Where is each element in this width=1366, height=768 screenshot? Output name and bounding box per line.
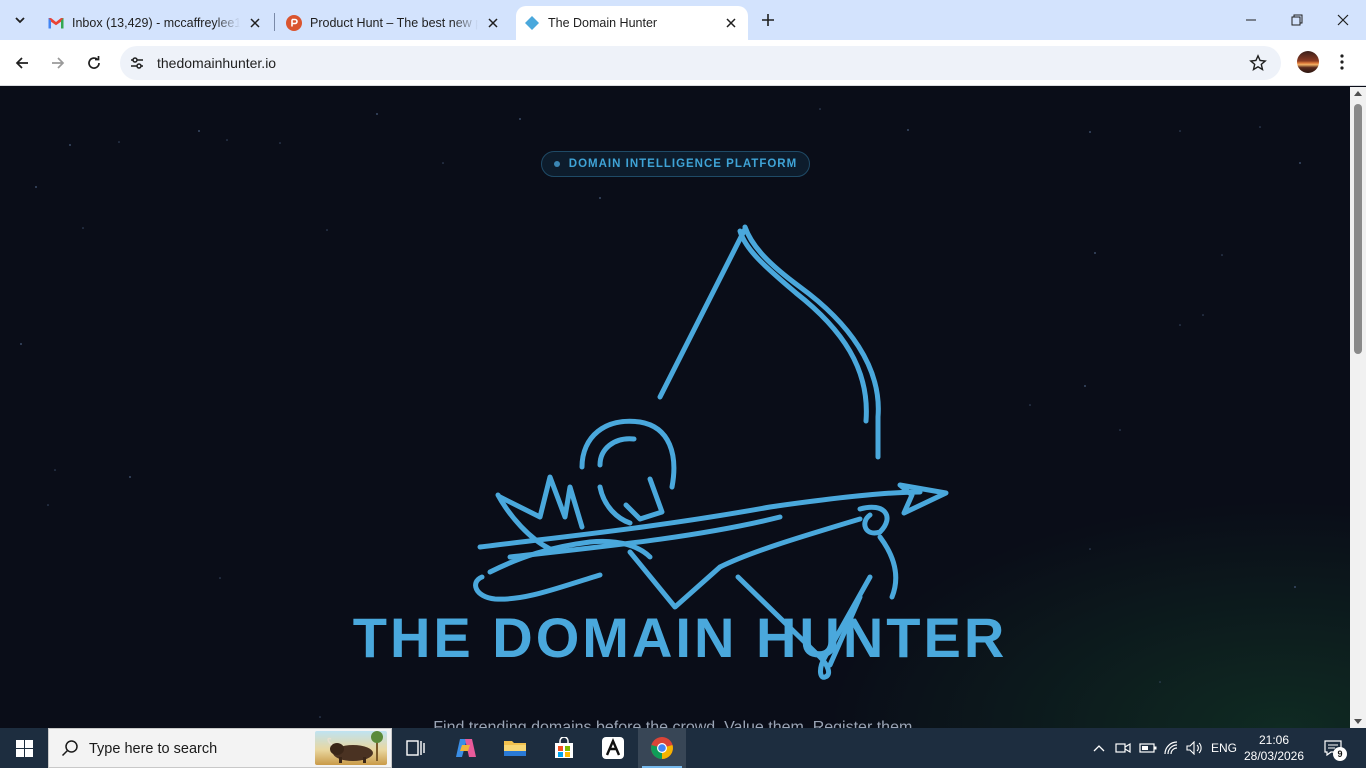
search-placeholder: Type here to search xyxy=(89,741,218,757)
battery-icon xyxy=(1139,743,1157,753)
tab-search-button[interactable] xyxy=(6,6,34,34)
platform-badge: DOMAIN INTELLIGENCE PLATFORM xyxy=(541,151,810,177)
close-icon[interactable] xyxy=(722,14,740,32)
url-text: thedomainhunter.io xyxy=(157,55,277,71)
search-highlight-image[interactable] xyxy=(315,731,387,765)
gmail-icon xyxy=(48,15,64,31)
scroll-thumb[interactable] xyxy=(1354,104,1362,354)
back-button[interactable] xyxy=(8,49,36,77)
speaker-icon xyxy=(1186,741,1202,755)
logo-text: THE DOMAIN HUNTER xyxy=(353,606,1008,669)
restore-icon xyxy=(1291,14,1303,26)
folder-icon xyxy=(504,741,526,756)
task-view-button[interactable] xyxy=(392,728,440,768)
tab-title: Product Hunt – The best new products in … xyxy=(310,16,478,30)
volume-button[interactable] xyxy=(1184,728,1206,768)
page-scrollbar[interactable] xyxy=(1350,87,1366,728)
badge-dot xyxy=(553,161,560,167)
close-icon xyxy=(1337,14,1349,26)
minimize-button[interactable] xyxy=(1228,0,1274,40)
app-a-icon xyxy=(602,737,624,759)
start-button[interactable] xyxy=(0,728,48,768)
badge-text: DOMAIN INTELLIGENCE PLATFORM xyxy=(568,158,798,170)
close-icon[interactable] xyxy=(246,14,264,32)
tab-domain-hunter[interactable]: The Domain Hunter xyxy=(516,6,748,40)
search-icon xyxy=(61,740,78,757)
microsoft-store-button[interactable] xyxy=(540,728,588,768)
scroll-up-arrow-icon[interactable] xyxy=(1354,91,1362,96)
notification-count-badge: 9 xyxy=(1333,747,1347,761)
chevron-up-icon xyxy=(1093,745,1105,752)
tagline: Find trending domains before the crowd. … xyxy=(433,719,917,728)
tab-product-hunt[interactable]: Product Hunt – The best new products in … xyxy=(278,6,510,40)
tab-gmail[interactable]: Inbox (13,429) - mccaffreylee12@gmail.co… xyxy=(40,6,272,40)
arrow-left-icon xyxy=(15,57,28,69)
clock-date: 28/03/2026 xyxy=(1243,749,1305,763)
domain-hunter-logo: THE DOMAIN HUNTER xyxy=(353,224,1008,680)
tab-strip: Inbox (13,429) - mccaffreylee12@gmail.co… xyxy=(0,0,1366,40)
bookmark-star-icon[interactable] xyxy=(1249,54,1267,72)
file-explorer-button[interactable] xyxy=(491,728,539,768)
plus-icon xyxy=(762,14,774,26)
taskbar-search-box[interactable]: Type here to search xyxy=(48,728,392,768)
product-hunt-icon xyxy=(286,15,302,31)
close-window-button[interactable] xyxy=(1320,0,1366,40)
camera-icon xyxy=(1115,742,1131,754)
chevron-down-icon xyxy=(15,17,25,24)
reload-button[interactable] xyxy=(80,49,108,77)
browser-menu-button[interactable] xyxy=(1332,52,1352,72)
more-vertical-icon xyxy=(1340,54,1344,70)
system-clock[interactable]: 21:06 28/03/2026 xyxy=(1240,732,1308,764)
site-info-icon[interactable] xyxy=(128,54,146,72)
battery-button[interactable] xyxy=(1137,728,1159,768)
show-hidden-icons-button[interactable] xyxy=(1089,728,1109,768)
meet-now-button[interactable] xyxy=(1112,728,1134,768)
tab-separator xyxy=(274,13,275,31)
wifi-icon xyxy=(1164,741,1178,755)
network-button[interactable] xyxy=(1161,728,1183,768)
copilot-button[interactable] xyxy=(442,728,490,768)
windows-taskbar: Type here to search ENG 21:06 28/03/2026 xyxy=(0,728,1366,768)
tab-title: The Domain Hunter xyxy=(548,16,658,30)
forward-button[interactable] xyxy=(44,49,72,77)
close-icon[interactable] xyxy=(484,14,502,32)
new-tab-button[interactable] xyxy=(756,8,780,32)
restore-button[interactable] xyxy=(1274,0,1320,40)
page-content: DOMAIN INTELLIGENCE PLATFORM THE DOMAIN … xyxy=(0,87,1350,728)
clock-time: 21:06 xyxy=(1258,733,1290,747)
address-bar[interactable]: thedomainhunter.io xyxy=(120,46,1281,80)
browser-toolbar: thedomainhunter.io xyxy=(0,40,1366,86)
store-icon xyxy=(555,737,573,758)
language-indicator[interactable]: ENG xyxy=(1208,728,1240,768)
copilot-icon xyxy=(456,739,476,757)
reload-icon xyxy=(88,56,100,69)
scroll-down-arrow-icon[interactable] xyxy=(1354,719,1362,724)
minimize-icon xyxy=(1246,19,1256,21)
task-view-icon xyxy=(406,740,425,756)
profile-avatar[interactable] xyxy=(1297,51,1319,73)
arrow-right-icon xyxy=(52,57,65,69)
tab-title: Inbox (13,429) - mccaffreylee12@gmail.co… xyxy=(72,16,240,30)
chrome-button[interactable] xyxy=(638,728,686,768)
windows-logo-icon xyxy=(15,739,33,757)
domain-hunter-icon xyxy=(524,15,540,31)
chrome-icon xyxy=(651,737,673,759)
app-a-button[interactable] xyxy=(589,728,637,768)
